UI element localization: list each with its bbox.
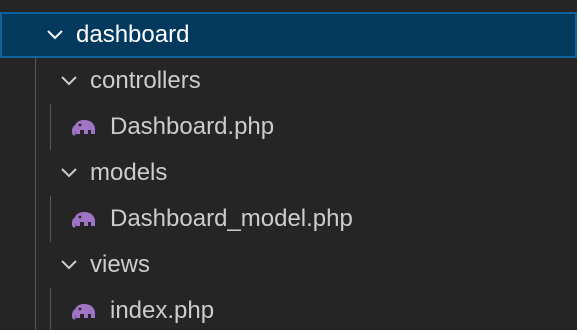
folder-controllers[interactable]: controllers xyxy=(0,58,577,104)
folder-dashboard[interactable]: dashboard xyxy=(0,12,577,58)
file-dashboard-model-php[interactable]: Dashboard_model.php xyxy=(0,196,577,242)
folder-models[interactable]: models xyxy=(0,150,577,196)
file-explorer: dashboard controllers Dashboard.php mode… xyxy=(0,0,577,330)
file-label: Dashboard.php xyxy=(110,113,275,140)
folder-views[interactable]: views xyxy=(0,242,577,288)
php-elephant-icon xyxy=(70,208,98,230)
folder-label: dashboard xyxy=(76,21,190,48)
file-label: Dashboard_model.php xyxy=(110,205,353,232)
file-index-php[interactable]: index.php xyxy=(0,288,577,334)
file-dashboard-php[interactable]: Dashboard.php xyxy=(0,104,577,150)
chevron-down-icon[interactable] xyxy=(58,70,80,92)
chevron-down-icon[interactable] xyxy=(58,254,80,276)
explorer-top-padding xyxy=(0,0,577,12)
php-elephant-icon xyxy=(70,300,98,322)
php-elephant-icon xyxy=(70,116,98,138)
file-label: index.php xyxy=(110,297,215,324)
chevron-down-icon[interactable] xyxy=(44,24,66,46)
chevron-down-icon[interactable] xyxy=(58,162,80,184)
folder-label: models xyxy=(90,159,168,186)
folder-label: controllers xyxy=(90,67,201,94)
folder-label: views xyxy=(90,251,151,278)
